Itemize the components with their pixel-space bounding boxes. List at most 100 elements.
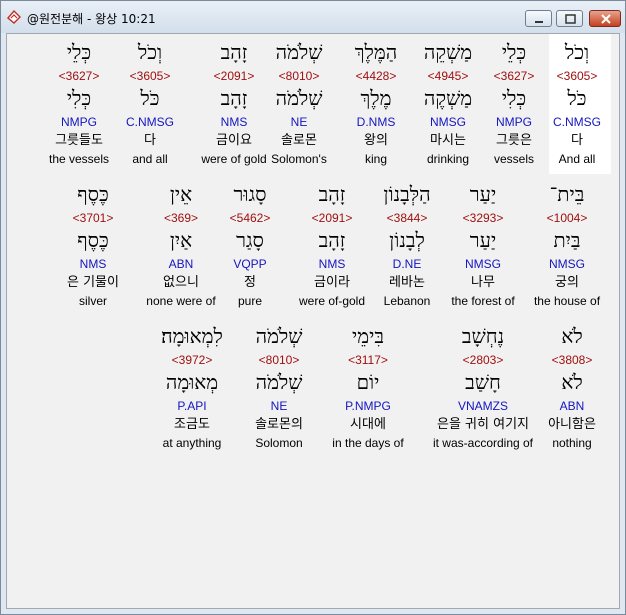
strongs-number: <8010>	[258, 353, 300, 367]
hebrew-lemma: יַעַר	[469, 228, 497, 252]
hebrew-lemma: כְּלִי	[66, 86, 92, 110]
minimize-icon	[535, 21, 543, 23]
korean-gloss: 없으니	[163, 275, 199, 290]
strongs-number: <8010>	[278, 69, 320, 83]
hebrew-word: לִמְאוּמָה׃	[161, 324, 223, 348]
strongs-number: <2091>	[213, 69, 255, 83]
morphology-code: NMPG	[496, 115, 532, 129]
strongs-number: <2091>	[311, 211, 353, 225]
strongs-number: <3808>	[551, 353, 593, 367]
hebrew-lemma: כֹּל	[567, 86, 587, 110]
english-gloss: none were of	[146, 294, 216, 308]
strongs-number: <4945>	[427, 69, 469, 83]
english-gloss: silver	[78, 294, 108, 308]
hebrew-lemma: שְׁלֹמֹה	[275, 86, 323, 110]
english-gloss: the vessels	[48, 152, 110, 166]
hebrew-lemma: מְאוּמָה	[165, 370, 219, 394]
morphology-code: C.NMSG	[553, 115, 601, 129]
korean-gloss: 다	[571, 133, 583, 148]
morphology-code: P.API	[177, 399, 207, 413]
hebrew-word: כְּלֵי	[66, 40, 92, 64]
morphology-code: NMSG	[465, 257, 501, 271]
hebrew-lemma: בַּיִת	[553, 228, 581, 252]
morphology-code: ABN	[559, 399, 585, 413]
bible-book-icon	[6, 9, 22, 25]
morphology-code: NE	[270, 399, 288, 413]
morphology-code: NE	[290, 115, 308, 129]
english-gloss: Solomon	[255, 436, 303, 450]
hebrew-word: נֶחְשָׁב	[461, 324, 505, 348]
strongs-number: <3972>	[171, 353, 213, 367]
hebrew-word: הַלְּבָנוֹן	[383, 182, 431, 206]
korean-gloss: 레바논	[389, 275, 425, 290]
hebrew-lemma: כְּלִי	[501, 86, 527, 110]
hebrew-lemma: שְׁלֹמֹה	[255, 370, 303, 394]
korean-gloss: 마시는	[430, 133, 466, 148]
hebrew-lemma: לֹא	[561, 370, 583, 394]
morphology-code: NMS	[220, 115, 248, 129]
korean-gloss: 그릇들도	[55, 133, 103, 148]
strongs-number: <3293>	[462, 211, 504, 225]
korean-gloss: 나무	[471, 275, 495, 290]
strongs-number: <3117>	[348, 353, 388, 367]
morphology-code: NMSG	[549, 257, 585, 271]
close-button[interactable]	[589, 10, 621, 27]
english-gloss: pure	[237, 294, 263, 308]
hebrew-lemma: זָהָב	[318, 228, 346, 252]
hebrew-lemma: כֹּל	[140, 86, 160, 110]
hebrew-word: שְׁלֹמֹה	[255, 324, 303, 348]
morphology-code: P.NMPG	[345, 399, 391, 413]
hebrew-lemma: סָגַר	[236, 228, 264, 252]
korean-gloss: 은을 귀히 여기지	[437, 417, 529, 432]
strongs-number: <3605>	[129, 69, 171, 83]
strongs-number: <3701>	[72, 211, 114, 225]
window-title: @원전분해 - 왕상 10:21	[27, 12, 156, 26]
hebrew-word: זָהָב	[220, 40, 248, 64]
english-gloss: vessels	[493, 152, 535, 166]
strongs-number: <2803>	[462, 353, 504, 367]
english-gloss: were of gold	[201, 152, 267, 166]
hebrew-word: אֵין	[169, 182, 193, 206]
strongs-number: <5462>	[229, 211, 271, 225]
korean-gloss: 정	[244, 275, 256, 290]
morphology-code: ABN	[168, 257, 194, 271]
english-gloss: Solomon's	[271, 152, 327, 166]
hebrew-word: זָהָב	[318, 182, 346, 206]
minimize-button[interactable]	[525, 10, 552, 27]
morphology-code: D.NE	[392, 257, 422, 271]
korean-gloss: 그릇은	[496, 133, 532, 148]
korean-gloss: 왕의	[364, 133, 388, 148]
hebrew-word: סָגוּר	[233, 182, 267, 206]
hebrew-word: בֵּית־	[549, 182, 585, 206]
hebrew-lemma: לְבָנוֹן	[389, 228, 425, 252]
english-gloss: And all	[558, 152, 596, 166]
maximize-icon	[565, 14, 576, 24]
english-gloss: were of-gold	[298, 294, 366, 308]
app-window: @원전분해 - 왕상 10:21 וְכֹל <3605> כֹּל C.NMSG 다 A…	[0, 0, 626, 615]
hebrew-lemma: יוֹם	[356, 370, 380, 394]
title-bar[interactable]: @원전분해 - 왕상 10:21	[1, 1, 625, 33]
korean-gloss: 다	[144, 133, 156, 148]
morphology-code: VNAMZS	[457, 399, 509, 413]
korean-gloss: 솔로몬의	[255, 417, 303, 432]
korean-gloss: 아니함은	[548, 417, 596, 432]
maximize-button[interactable]	[556, 10, 583, 27]
korean-gloss: 금이요	[216, 133, 252, 148]
hebrew-word: וְכֹל	[137, 40, 163, 64]
hebrew-lemma: מֶלֶךְ	[360, 86, 392, 110]
english-gloss: drinking	[426, 152, 470, 166]
korean-gloss: 궁의	[555, 275, 579, 290]
english-gloss: Lebanon	[383, 294, 431, 308]
interlinear-panel: וְכֹל <3605> כֹּל C.NMSG 다 And all כְּלֵי <3627…	[6, 33, 620, 609]
morphology-code: NMS	[79, 257, 107, 271]
korean-gloss: 시대에	[350, 417, 386, 432]
morphology-code: D.NMS	[356, 115, 396, 129]
hebrew-word: שְׁלֹמֹה	[275, 40, 323, 64]
strongs-number: <3605>	[556, 69, 598, 83]
english-gloss: and all	[132, 152, 168, 166]
english-gloss: king	[364, 152, 388, 166]
english-gloss: at anything	[162, 436, 222, 450]
korean-gloss: 은 기물이	[67, 275, 119, 290]
strongs-number: <3844>	[386, 211, 428, 225]
close-icon	[601, 14, 611, 24]
